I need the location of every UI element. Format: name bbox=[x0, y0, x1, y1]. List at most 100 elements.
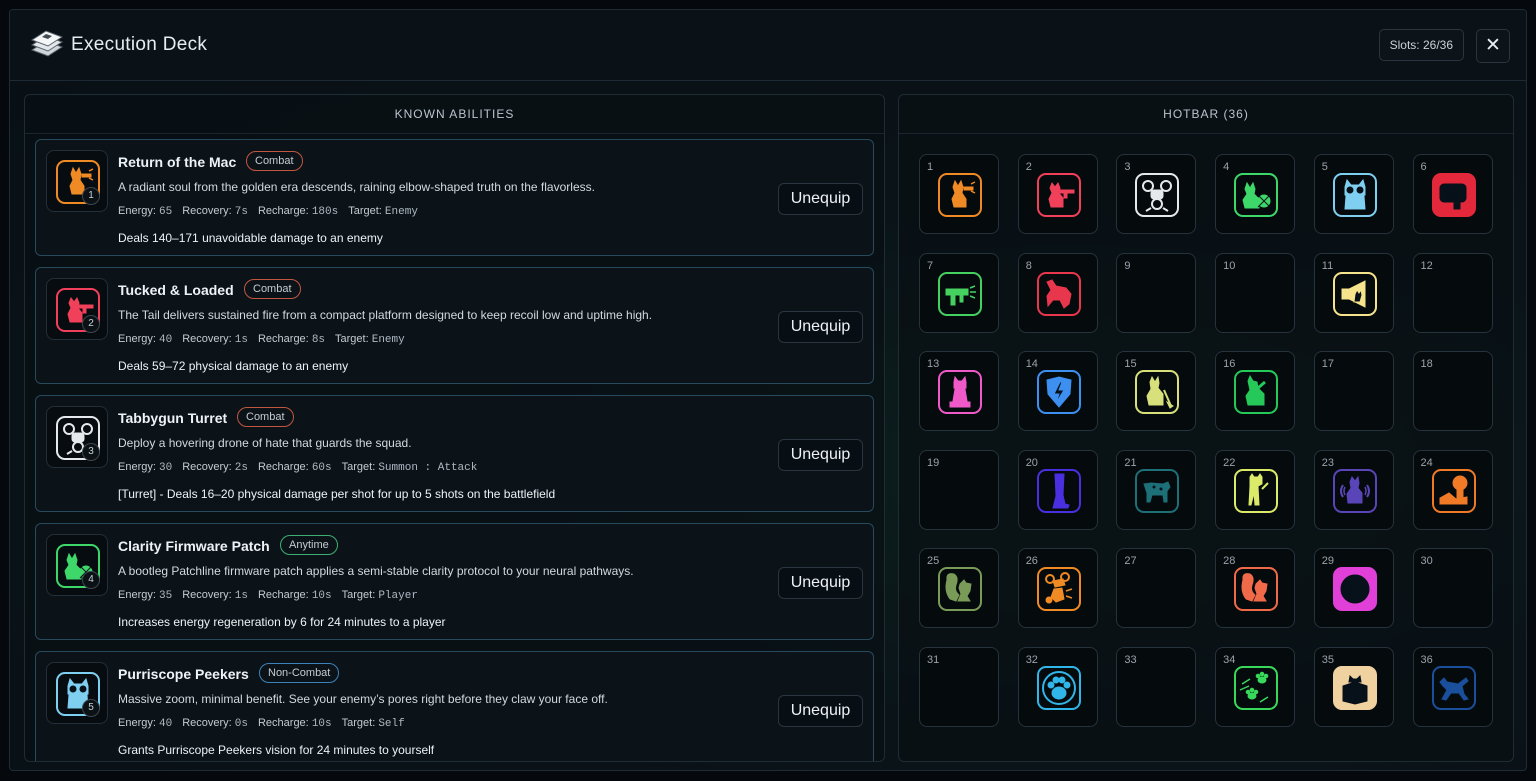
hotbar-slot[interactable]: 24 bbox=[1412, 449, 1493, 530]
hotbar-slot[interactable]: 35 bbox=[1313, 647, 1394, 727]
target-value: Self bbox=[378, 718, 405, 730]
hotbar-slot[interactable]: 3 bbox=[1116, 154, 1197, 234]
ability-category-tag: Non-Combat bbox=[259, 663, 340, 683]
ability-card[interactable]: 1 Return of the Mac Combat A radiant soul f… bbox=[35, 139, 874, 256]
slot-number: 8 bbox=[1025, 259, 1032, 272]
hotbar-slot-empty[interactable]: 27 bbox=[1116, 548, 1197, 629]
hotbar-slot[interactable]: 7 bbox=[919, 252, 999, 333]
hotbar-slot[interactable]: 13 bbox=[919, 351, 999, 432]
ability-icon[interactable]: 5 bbox=[46, 662, 108, 724]
hotbar-slot-empty[interactable]: 31 bbox=[919, 647, 999, 727]
hotbar-slot-empty[interactable]: 12 bbox=[1412, 252, 1493, 333]
ability-icon[interactable]: 4 bbox=[46, 534, 108, 596]
hotbar-slot-empty[interactable]: 10 bbox=[1215, 252, 1296, 333]
target-label: Target: bbox=[335, 333, 369, 345]
squirrel-icon bbox=[1234, 567, 1279, 612]
recharge-label: Recharge: bbox=[257, 461, 309, 473]
hotbar-slot[interactable]: 15 bbox=[1116, 351, 1197, 432]
hotbar-slot-empty[interactable]: 30 bbox=[1412, 548, 1493, 629]
ability-effect: Increases energy regeneration by 6 for 2… bbox=[118, 615, 446, 629]
hotbar-slot[interactable]: 14 bbox=[1017, 351, 1098, 432]
slot-number: 21 bbox=[1124, 456, 1137, 469]
hotbar-slot[interactable]: 32 bbox=[1017, 647, 1098, 727]
ability-category-tag: Combat bbox=[246, 151, 303, 171]
slot-number: 17 bbox=[1321, 358, 1335, 371]
slot-number: 4 bbox=[1223, 161, 1230, 173]
hotbar-slot[interactable]: 2 bbox=[1017, 154, 1098, 234]
slot-number: 30 bbox=[1420, 555, 1433, 568]
ability-icon[interactable]: 3 bbox=[46, 406, 108, 468]
hotbar-slot[interactable]: 36 bbox=[1412, 647, 1493, 727]
slots-counter: Slots: 26/36 bbox=[1378, 29, 1464, 61]
hotbar-slot-empty[interactable]: 18 bbox=[1412, 351, 1493, 432]
slot-number-badge: 2 bbox=[82, 315, 100, 333]
ability-icon[interactable]: 2 bbox=[46, 278, 108, 340]
slot-number: 18 bbox=[1420, 358, 1433, 371]
ability-card[interactable]: 5 Purriscope Peekers Non-Combat Massive zoo… bbox=[35, 651, 874, 761]
recovery-label: Recovery: bbox=[182, 717, 232, 729]
energy-value: 40 bbox=[158, 334, 173, 346]
recovery-value: 1s bbox=[234, 334, 248, 346]
hotbar-slot[interactable]: 11 bbox=[1313, 252, 1394, 333]
hotbar-slot[interactable]: 25 bbox=[919, 548, 999, 629]
ability-category-tag: Combat bbox=[237, 407, 294, 427]
recovery-value: 0s bbox=[234, 718, 248, 730]
smg-icon bbox=[938, 271, 982, 316]
hotbar-slot[interactable]: 28 bbox=[1215, 548, 1296, 629]
hotbar-slot[interactable]: 8 bbox=[1017, 252, 1098, 333]
hotbar-slot[interactable]: 5 bbox=[1313, 154, 1394, 234]
energy-label: Energy: bbox=[118, 589, 156, 601]
slot-number: 13 bbox=[927, 358, 940, 371]
ability-card[interactable]: 4 Clarity Firmware Patch Anytime A bootleg … bbox=[35, 523, 874, 640]
paw-icon bbox=[1036, 666, 1081, 710]
close-button[interactable]: ✕ bbox=[1476, 29, 1510, 63]
ability-icon[interactable]: 1 bbox=[46, 150, 108, 212]
unequip-button[interactable]: Unequip bbox=[778, 695, 863, 727]
hotbar-slot-empty[interactable]: 33 bbox=[1116, 647, 1197, 727]
recharge-label: Recharge: bbox=[257, 333, 309, 345]
unequip-button[interactable]: Unequip bbox=[778, 439, 863, 471]
window-header: Execution Deck Slots: 26/36 ✕ bbox=[10, 10, 1526, 81]
execution-deck-window: Execution Deck Slots: 26/36 ✕ KNOWN ABIL… bbox=[9, 9, 1527, 771]
hotbar-slot[interactable]: 26 bbox=[1017, 548, 1098, 629]
recharge-value: 180s bbox=[311, 206, 339, 218]
hotbar-slot[interactable]: 1 bbox=[919, 154, 999, 234]
known-abilities-panel[interactable]: KNOWN ABILITIES 1 Return of the Mac Combat… bbox=[24, 94, 885, 762]
ability-description: Deploy a hovering drone of hate that gua… bbox=[118, 436, 412, 450]
hotbar-slot[interactable]: 16 bbox=[1215, 351, 1296, 432]
recovery-label: Recovery: bbox=[182, 205, 232, 217]
hotbar-slot[interactable]: 22 bbox=[1215, 449, 1296, 530]
ability-stats: Energy: 35 Recovery: 1s Recharge: 10s Targe… bbox=[118, 589, 428, 602]
ability-card[interactable]: 3 Tabbygun Turret Combat Deploy a hovering … bbox=[35, 395, 874, 512]
hotbar-slot-empty[interactable]: 19 bbox=[919, 449, 999, 530]
hotbar-slot[interactable]: 20 bbox=[1017, 449, 1098, 530]
target-label: Target: bbox=[348, 205, 382, 217]
hotbar-slot[interactable]: 21 bbox=[1116, 449, 1197, 530]
shield-bolt-icon bbox=[1036, 370, 1081, 415]
slot-number: 1 bbox=[927, 161, 934, 173]
slot-number: 35 bbox=[1321, 654, 1335, 666]
cat-grooming-icon bbox=[1234, 370, 1279, 415]
hotbar-slot[interactable]: 4 bbox=[1215, 154, 1296, 234]
ability-name: Tabbygun Turret bbox=[118, 410, 228, 426]
unequip-button[interactable]: Unequip bbox=[778, 183, 863, 215]
hotbar-slot[interactable]: 23 bbox=[1313, 449, 1394, 530]
ability-description: Massive zoom, minimal benefit. See your … bbox=[118, 692, 608, 706]
hotbar-slot[interactable]: 6 bbox=[1412, 154, 1493, 234]
target-value: Summon : Attack bbox=[378, 462, 478, 474]
target-label: Target: bbox=[341, 717, 376, 729]
hotbar-slot-empty[interactable]: 17 bbox=[1313, 351, 1394, 432]
cat-rifle-icon bbox=[1036, 173, 1081, 217]
standing-cat-icon bbox=[1234, 468, 1279, 513]
target-value: Player bbox=[378, 590, 418, 602]
ability-card[interactable]: 2 Tucked & Loaded Combat The Tail delivers … bbox=[35, 267, 874, 384]
energy-label: Energy: bbox=[118, 717, 156, 729]
explosion-icon bbox=[1431, 468, 1476, 513]
hotbar-slot-empty[interactable]: 9 bbox=[1116, 252, 1197, 333]
energy-value: 30 bbox=[158, 462, 173, 474]
unequip-button[interactable]: Unequip bbox=[778, 311, 863, 343]
hotbar-slot[interactable]: 34 bbox=[1215, 647, 1296, 727]
unequip-button[interactable]: Unequip bbox=[778, 567, 863, 599]
hotbar-slot[interactable]: 29 bbox=[1313, 548, 1394, 629]
recharge-label: Recharge: bbox=[257, 717, 309, 729]
